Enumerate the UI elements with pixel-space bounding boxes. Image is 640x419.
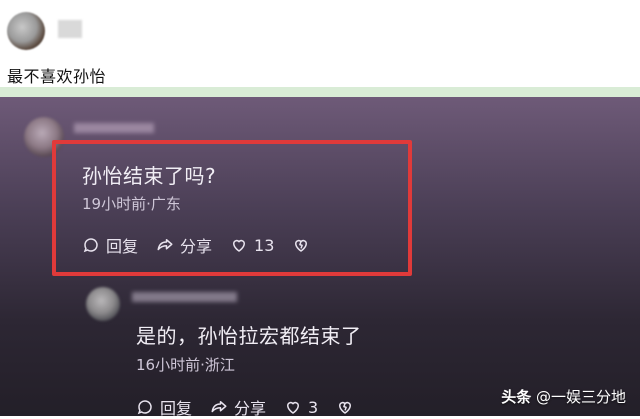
like-count: 3 — [308, 397, 319, 417]
reply-text: 是的，孙怡拉宏都结束了 — [136, 324, 362, 348]
comment-text: 孙怡结束了吗? — [82, 164, 217, 188]
reply-meta: 16小时前·浙江 — [136, 356, 235, 374]
share-button[interactable]: 分享 — [156, 233, 212, 257]
reply-label: 回复 — [106, 237, 139, 256]
broken-heart-icon — [292, 236, 310, 254]
like-button[interactable]: 3 — [284, 398, 318, 417]
share-icon — [156, 236, 174, 254]
avatar[interactable] — [86, 287, 120, 321]
share-label: 分享 — [234, 399, 267, 418]
heart-icon — [284, 398, 302, 416]
top-post: 最不喜欢孙怡 — [0, 0, 640, 87]
comment-meta: 19小时前·广东 — [82, 195, 181, 213]
heart-icon — [230, 236, 248, 254]
watermark-brand: 头条 — [501, 388, 532, 406]
reply-label: 回复 — [160, 399, 193, 418]
share-label: 分享 — [180, 237, 213, 256]
avatar[interactable] — [7, 12, 45, 50]
like-button[interactable]: 13 — [230, 236, 274, 255]
broken-heart-icon — [336, 398, 354, 416]
dislike-button[interactable] — [292, 236, 310, 254]
post-text: 最不喜欢孙怡 — [7, 67, 107, 86]
username-blurred — [132, 292, 237, 302]
share-icon — [210, 398, 228, 416]
watermark-handle: @一娱三分地 — [535, 388, 626, 406]
username-blurred — [74, 123, 154, 133]
reply-button[interactable]: 回复 — [82, 233, 138, 257]
reply-button[interactable]: 回复 — [136, 395, 192, 419]
comment-icon — [136, 398, 154, 416]
watermark: 头条 @一娱三分地 — [501, 386, 626, 407]
divider — [0, 87, 640, 97]
username-blurred — [58, 20, 82, 38]
dislike-button[interactable] — [336, 398, 354, 416]
comment-icon — [82, 236, 100, 254]
like-count: 13 — [254, 235, 275, 255]
reply-actions: 回复 分享 3 — [136, 395, 354, 419]
comment-actions: 回复 分享 13 — [82, 233, 310, 257]
share-button[interactable]: 分享 — [210, 395, 266, 419]
